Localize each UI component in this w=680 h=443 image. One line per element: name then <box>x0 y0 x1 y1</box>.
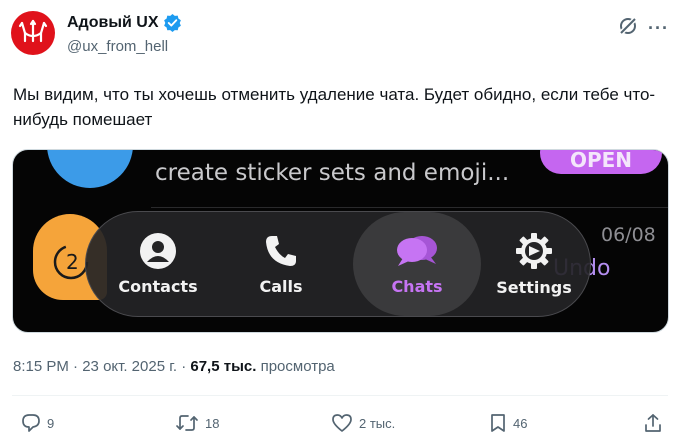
tab-label-calls: Calls <box>259 277 303 296</box>
heart-icon <box>332 414 352 432</box>
media-date: 06/08 <box>601 224 656 246</box>
media-line-text: create sticker sets and emoji... <box>155 160 510 186</box>
media-blue-avatar <box>47 150 133 188</box>
tab-settings: Settings <box>484 212 584 316</box>
tab-label-contacts: Contacts <box>118 277 198 296</box>
meta-separator: · <box>181 358 187 375</box>
media-separator <box>151 207 668 208</box>
media-open-button: OPEN <box>540 150 662 174</box>
tab-calls: Calls <box>231 212 331 316</box>
chat-bubbles-icon <box>397 236 437 266</box>
bookmark-icon <box>491 414 505 432</box>
person-icon <box>140 233 176 269</box>
share-button[interactable] <box>643 413 663 433</box>
views-count: 67,5 тыс. <box>190 358 257 375</box>
tweet-media-image[interactable]: create sticker sets and emoji... OPEN 06… <box>12 149 669 333</box>
more-options-icon[interactable]: ··· <box>648 18 669 39</box>
author-name-row[interactable]: Адовый UX <box>67 13 182 32</box>
tweet-text: Мы видим, что ты хочешь отменить удалени… <box>13 85 656 129</box>
actions-divider <box>12 395 668 396</box>
meta-separator: · <box>73 358 79 375</box>
repost-button[interactable]: 18 <box>175 413 219 433</box>
like-button[interactable]: 2 тыс. <box>331 413 395 433</box>
tab-label-chats: Chats <box>391 277 443 296</box>
phone-icon <box>266 236 296 266</box>
tweet-meta: 8:15 PM · 23 окт. 2025 г. · 67,5 тыс. пр… <box>13 358 335 375</box>
avatar[interactable] <box>11 11 55 55</box>
tab-contacts: Contacts <box>108 212 208 316</box>
gear-icon <box>516 233 552 269</box>
repost-count: 18 <box>205 415 220 431</box>
trident-icon <box>18 19 48 43</box>
share-icon <box>645 414 661 432</box>
tweet-time[interactable]: 8:15 PM <box>13 358 69 375</box>
timer-digit: 2 <box>66 250 79 274</box>
verified-badge-icon <box>163 13 181 32</box>
bookmark-button[interactable]: 46 <box>489 413 527 433</box>
tweet-date[interactable]: 23 окт. 2025 г. <box>82 358 177 375</box>
bookmark-count: 46 <box>513 415 528 431</box>
tab-chats: Chats <box>353 212 481 316</box>
tab-label-settings: Settings <box>496 278 572 297</box>
author-name[interactable]: Адовый UX <box>67 14 159 32</box>
views-label: просмотра <box>260 358 335 375</box>
reply-button[interactable]: 9 <box>21 413 54 433</box>
reply-icon <box>22 414 40 432</box>
repost-icon <box>176 415 198 431</box>
like-count: 2 тыс. <box>359 415 396 431</box>
author-handle[interactable]: @ux_from_hell <box>67 38 168 55</box>
media-tab-bar: Contacts Calls Chats Settings <box>85 211 591 317</box>
reply-count: 9 <box>47 415 55 431</box>
grok-icon[interactable] <box>618 16 638 41</box>
